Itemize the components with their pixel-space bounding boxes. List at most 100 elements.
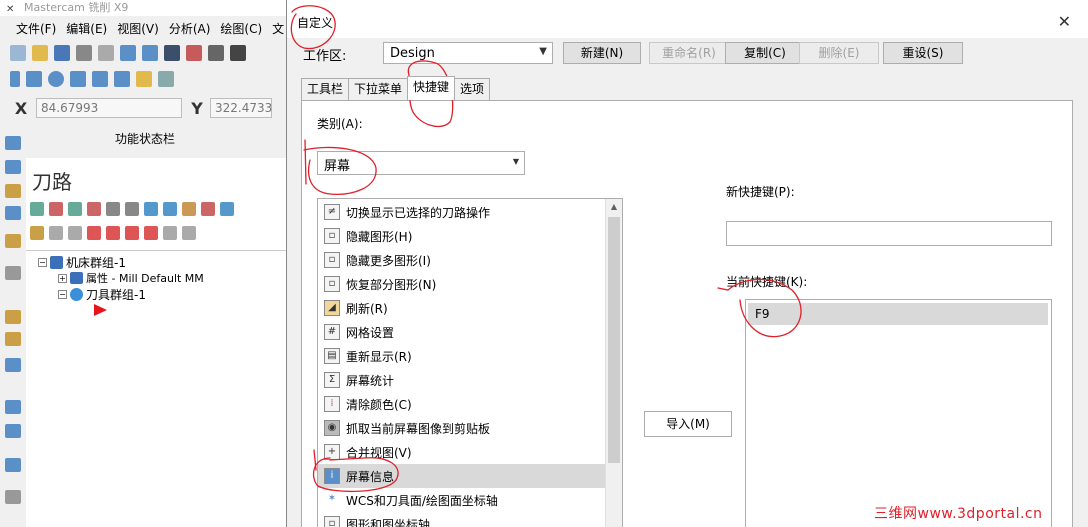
toggle-post-icon[interactable] — [68, 226, 82, 240]
blocks-icon[interactable] — [5, 424, 21, 438]
help-icon[interactable] — [220, 202, 234, 216]
select-all-ops-icon[interactable] — [30, 202, 44, 216]
scroll-thumb[interactable] — [608, 217, 620, 463]
transform-icon[interactable] — [158, 71, 174, 87]
menu-edit[interactable]: 编辑(E) — [66, 20, 107, 37]
toolpath-manager-icon[interactable] — [5, 136, 21, 150]
circle-icon[interactable] — [48, 71, 64, 87]
print-preview-icon[interactable] — [98, 45, 114, 61]
highfeed-icon[interactable] — [201, 202, 215, 216]
list-item[interactable]: ▫ 图形和图坐标轴 — [318, 512, 606, 527]
expand-icon[interactable] — [163, 226, 177, 240]
delete-workspace-button[interactable]: 删除(E) — [799, 42, 879, 64]
workspace-select[interactable]: Design ▼ — [383, 42, 553, 64]
menu-view[interactable]: 视图(V) — [117, 20, 159, 37]
select-box-icon[interactable] — [5, 458, 21, 472]
menu-more[interactable]: 文 — [272, 20, 284, 37]
close-icon[interactable]: ✕ — [1058, 12, 1071, 31]
new-file-icon[interactable] — [10, 45, 26, 61]
x-coordinate-input[interactable]: 84.67993 — [36, 98, 182, 118]
solids-manager-icon[interactable] — [5, 160, 21, 174]
list-item[interactable]: ⁞ 清除颜色(C) — [318, 392, 606, 416]
list-item[interactable]: ▫ 隐藏更多图形(I) — [318, 248, 606, 272]
list-item[interactable]: + 合并视图(V) — [318, 440, 606, 464]
point-icon[interactable] — [10, 71, 20, 87]
list-item[interactable]: ◢ 刷新(R) — [318, 296, 606, 320]
view-icon[interactable] — [5, 358, 21, 372]
zoom-window-icon[interactable] — [186, 45, 202, 61]
list-item[interactable]: ▤ 重新显示(R) — [318, 344, 606, 368]
tree-row-machine-group[interactable]: − 机床群组-1 — [38, 254, 126, 271]
fillet-icon[interactable] — [92, 71, 108, 87]
list-item-selected[interactable]: i 屏幕信息 — [318, 464, 606, 488]
menu-analyze[interactable]: 分析(A) — [169, 20, 211, 37]
rename-workspace-button[interactable]: 重命名(R) — [649, 42, 729, 64]
mastercam-logo-icon: ✕ — [6, 4, 15, 15]
backplot-icon[interactable] — [106, 202, 120, 216]
toggle-display-icon[interactable] — [49, 226, 63, 240]
collapse-icon[interactable] — [182, 226, 196, 240]
list-item[interactable]: ◉ 抓取当前屏幕图像到剪贴板 — [318, 416, 606, 440]
new-shortcut-input[interactable] — [726, 221, 1052, 246]
move-up-icon[interactable] — [106, 226, 120, 240]
select-failed-ops-icon[interactable] — [49, 202, 63, 216]
lock-icon[interactable] — [30, 226, 44, 240]
search-icon[interactable] — [230, 45, 246, 61]
command-list-scrollbar[interactable]: ▲ — [605, 199, 622, 527]
simulate-icon[interactable] — [144, 202, 158, 216]
regenerate-dirty-icon[interactable] — [87, 202, 101, 216]
layers-icon[interactable] — [5, 400, 21, 414]
list-item[interactable]: ▫ 隐藏图形(H) — [318, 224, 606, 248]
line-icon[interactable] — [26, 71, 42, 87]
save-icon[interactable] — [54, 45, 70, 61]
new-workspace-button[interactable]: 新建(N) — [563, 42, 641, 64]
list-item[interactable]: Σ 屏幕统计 — [318, 368, 606, 392]
collapse-icon[interactable]: − — [38, 258, 47, 267]
planes-manager-icon[interactable] — [5, 206, 21, 220]
rectangle-icon[interactable] — [70, 71, 86, 87]
gear-icon[interactable] — [208, 45, 224, 61]
copy-workspace-button[interactable]: 复制(C) — [725, 42, 805, 64]
regenerate-icon[interactable] — [68, 202, 82, 216]
category-select[interactable]: 屏幕 ▼ — [317, 151, 525, 175]
spline-icon[interactable] — [114, 71, 130, 87]
current-shortcut-list[interactable]: F9 — [745, 299, 1052, 527]
machine-icon[interactable] — [5, 266, 21, 280]
tab-toolbars[interactable]: 工具栏 — [301, 78, 350, 100]
list-item[interactable]: # 网格设置 — [318, 320, 606, 344]
reset-workspace-button[interactable]: 重设(S) — [883, 42, 963, 64]
scroll-icon[interactable] — [144, 226, 158, 240]
post-icon[interactable] — [182, 202, 196, 216]
undo-icon[interactable] — [120, 45, 136, 61]
tree-row-toolpath-group[interactable]: − 刀具群组-1 — [58, 286, 146, 303]
verify-icon[interactable] — [125, 202, 139, 216]
list-item[interactable]: ✶ WCS和刀具面/绘图面坐标轴 — [318, 488, 606, 512]
cylinder-icon[interactable] — [136, 71, 152, 87]
list-item[interactable]: ▫ 恢复部分图形(N) — [318, 272, 606, 296]
menu-file[interactable]: 文件(F) — [16, 20, 56, 37]
fit-icon[interactable] — [164, 45, 180, 61]
scroll-up-icon[interactable]: ▲ — [606, 199, 622, 215]
menu-create[interactable]: 绘图(C) — [220, 20, 262, 37]
tab-keyboard-shortcuts[interactable]: 快捷键 — [407, 76, 456, 100]
shortcut-item[interactable]: F9 — [748, 303, 1048, 325]
g1-post-icon[interactable] — [163, 202, 177, 216]
collapse-icon[interactable]: − — [58, 290, 67, 299]
move-down-icon[interactable] — [87, 226, 101, 240]
y-coordinate-input[interactable]: 322.4733 — [210, 98, 272, 118]
box-icon[interactable] — [5, 332, 21, 346]
stock-icon[interactable] — [5, 310, 21, 324]
list-item[interactable]: ≠ 切换显示已选择的刀路操作 — [318, 200, 606, 224]
levels-manager-icon[interactable] — [5, 184, 21, 198]
redo-icon[interactable] — [142, 45, 158, 61]
art-manager-icon[interactable] — [5, 234, 21, 248]
tab-options[interactable]: 选项 — [454, 78, 491, 100]
expand-icon[interactable]: + — [58, 273, 67, 283]
insert-arrow-icon[interactable] — [125, 226, 139, 240]
tab-dropdown-menus[interactable]: 下拉菜单 — [348, 78, 409, 100]
import-button[interactable]: 导入(M) — [644, 411, 732, 437]
open-file-icon[interactable] — [32, 45, 48, 61]
print-icon[interactable] — [76, 45, 92, 61]
tree-row-properties[interactable]: + 属性 - Mill Default MM — [58, 270, 204, 286]
grid-icon[interactable] — [5, 490, 21, 504]
